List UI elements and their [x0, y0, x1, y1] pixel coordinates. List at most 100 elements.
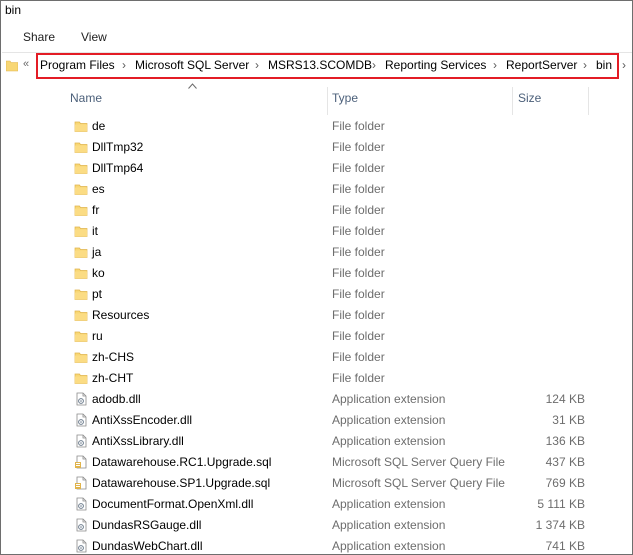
column-type[interactable]: Type [332, 91, 358, 105]
crumb-separator[interactable]: › [372, 58, 376, 72]
address-bar[interactable]: « Program Files › Microsoft SQL Server ›… [2, 53, 632, 79]
column-divider[interactable] [327, 87, 328, 115]
file-type: Application extension [332, 539, 446, 553]
dll-icon [74, 518, 88, 532]
crumb-program-files[interactable]: Program Files [40, 58, 115, 72]
file-size: 741 KB [545, 539, 585, 553]
sort-ascending-icon [188, 81, 197, 92]
file-name: it [92, 224, 98, 238]
file-name: DundasRSGauge.dll [92, 518, 202, 532]
folder-icon [74, 371, 88, 385]
file-size: 1 374 KB [535, 518, 585, 532]
file-row[interactable]: DundasRSGauge.dll Application extension 1 … [2, 515, 632, 536]
crumb-microsoft-sql-server[interactable]: Microsoft SQL Server [135, 58, 249, 72]
file-row[interactable]: pt File folder [2, 284, 632, 305]
ribbon-tab-share[interactable]: Share [23, 30, 55, 44]
file-row[interactable]: ja File folder [2, 242, 632, 263]
file-row[interactable]: adodb.dll Application extension 124 KB [2, 389, 632, 410]
file-type: Microsoft SQL Server Query File [332, 455, 505, 469]
crumb-separator[interactable]: › [493, 58, 497, 72]
column-divider[interactable] [588, 87, 589, 115]
column-size[interactable]: Size [518, 91, 541, 105]
file-name: Resources [92, 308, 150, 322]
file-row[interactable]: es File folder [2, 179, 632, 200]
address-overflow-chevron[interactable]: « [23, 58, 29, 70]
file-type: File folder [332, 266, 385, 280]
file-row[interactable]: DllTmp32 File folder [2, 137, 632, 158]
file-row[interactable]: DllTmp64 File folder [2, 158, 632, 179]
file-row[interactable]: DundasWebChart.dll Application extension 7… [2, 536, 632, 554]
file-type: File folder [332, 140, 385, 154]
file-row[interactable]: Datawarehouse.RC1.Upgrade.sql Microsoft S… [2, 452, 632, 473]
file-name: DundasWebChart.dll [92, 539, 203, 553]
file-row[interactable]: Resources File folder [2, 305, 632, 326]
folder-icon [74, 350, 88, 364]
file-name: Datawarehouse.RC1.Upgrade.sql [92, 455, 272, 469]
folder-icon [74, 140, 88, 154]
ribbon-tab-view[interactable]: View [81, 30, 107, 44]
column-divider[interactable] [512, 87, 513, 115]
folder-icon [74, 224, 88, 238]
crumb-reportserver[interactable]: ReportServer [506, 58, 577, 72]
file-name: ja [92, 245, 102, 259]
file-row[interactable]: it File folder [2, 221, 632, 242]
dll-icon [74, 497, 88, 511]
file-size: 437 KB [545, 455, 585, 469]
sql-file-icon [74, 455, 88, 469]
folder-icon [74, 245, 88, 259]
file-row[interactable]: fr File folder [2, 200, 632, 221]
file-name: zh-CHS [92, 350, 135, 364]
file-row[interactable]: de File folder [2, 116, 632, 137]
file-name: DllTmp32 [92, 140, 144, 154]
file-name: fr [92, 203, 100, 217]
column-name[interactable]: Name [70, 91, 102, 105]
file-row[interactable]: Datawarehouse.SP1.Upgrade.sql Microsoft S… [2, 473, 632, 494]
address-trailing-chevron[interactable]: › [622, 58, 626, 72]
file-type: Application extension [332, 434, 446, 448]
folder-icon [74, 287, 88, 301]
file-type: File folder [332, 224, 385, 238]
folder-icon [74, 308, 88, 322]
file-type: File folder [332, 203, 385, 217]
file-row[interactable]: ko File folder [2, 263, 632, 284]
folder-icon [74, 266, 88, 280]
folder-icon [74, 161, 88, 175]
window-title: bin [5, 3, 22, 17]
file-type: Microsoft SQL Server Query File [332, 476, 505, 490]
file-type: Application extension [332, 518, 446, 532]
file-row[interactable]: DocumentFormat.OpenXml.dll Application ex… [2, 494, 632, 515]
file-row[interactable]: AntiXssLibrary.dll Application extension 1… [2, 431, 632, 452]
folder-icon [74, 329, 88, 343]
file-name: AntiXssLibrary.dll [92, 434, 184, 448]
file-row[interactable]: ru File folder [2, 326, 632, 347]
crumb-reporting-services[interactable]: Reporting Services [385, 58, 486, 72]
file-size: 769 KB [545, 476, 585, 490]
file-type: File folder [332, 287, 385, 301]
folder-icon [74, 203, 88, 217]
crumb-bin[interactable]: bin [596, 58, 612, 72]
file-size: 5 111 KB [537, 497, 585, 511]
file-type: File folder [332, 371, 385, 385]
crumb-separator[interactable]: › [583, 58, 587, 72]
file-name: de [92, 119, 106, 133]
crumb-msrs13-scomdb[interactable]: MSRS13.SCOMDB [268, 58, 372, 72]
file-type: File folder [332, 119, 385, 133]
file-name: AntiXssEncoder.dll [92, 413, 193, 427]
file-type: File folder [332, 245, 385, 259]
folder-icon [74, 182, 88, 196]
crumb-separator[interactable]: › [122, 58, 126, 72]
file-row[interactable]: AntiXssEncoder.dll Application extension 3… [2, 410, 632, 431]
crumb-separator[interactable]: › [255, 58, 259, 72]
file-type: Application extension [332, 392, 446, 406]
file-type: File folder [332, 350, 385, 364]
file-size: 136 KB [545, 434, 585, 448]
column-header: Name Type Size [2, 81, 632, 115]
file-name: es [92, 182, 105, 196]
file-type: Application extension [332, 413, 446, 427]
folder-icon [74, 119, 88, 133]
file-name: DocumentFormat.OpenXml.dll [92, 497, 254, 511]
file-name: ru [92, 329, 103, 343]
file-row[interactable]: zh-CHS File folder [2, 347, 632, 368]
dll-icon [74, 392, 88, 406]
file-row[interactable]: zh-CHT File folder [2, 368, 632, 389]
